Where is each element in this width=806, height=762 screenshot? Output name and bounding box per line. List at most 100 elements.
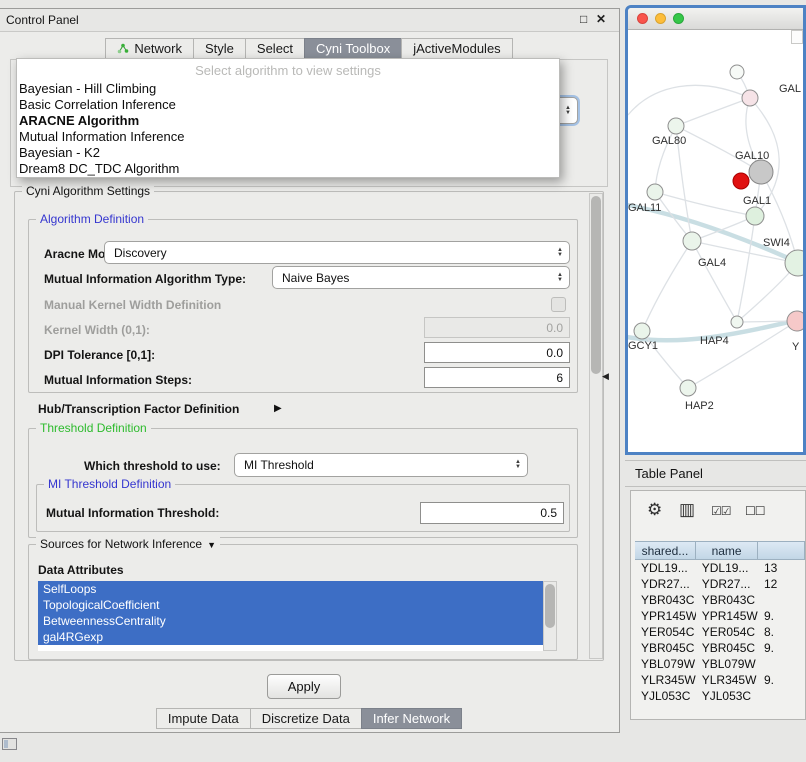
network-node[interactable]: [730, 65, 744, 79]
data-attributes-label: Data Attributes: [38, 563, 124, 577]
network-node-label: GAL1: [743, 195, 771, 207]
network-node-label: GAL: [779, 83, 801, 95]
network-node[interactable]: [787, 311, 803, 331]
collapse-section-icon[interactable]: ▼: [207, 540, 216, 550]
network-edge[interactable]: [737, 216, 755, 322]
dpi-tolerance-field[interactable]: 0.0: [424, 342, 570, 363]
network-node-label: GAL4: [698, 257, 726, 269]
table-cell: 9.: [758, 641, 805, 655]
network-node-label: SWI4: [763, 237, 790, 249]
network-node[interactable]: [731, 316, 743, 328]
data-attributes-list[interactable]: SelfLoopsTopologicalCoefficientBetweenne…: [38, 581, 543, 651]
network-node[interactable]: [749, 160, 773, 184]
manual-kernel-checkbox: [551, 297, 566, 312]
float-window-icon[interactable]: □: [580, 12, 587, 26]
table-header-row: shared...name: [635, 541, 805, 560]
network-node[interactable]: [733, 173, 749, 189]
splitter-collapse-icon[interactable]: ◀: [602, 371, 609, 382]
mi-threshold-field[interactable]: 0.5: [420, 502, 564, 524]
algorithm-option-mutual-information-inference[interactable]: Mutual Information Inference: [17, 129, 559, 145]
table-cell: YLR345W: [696, 673, 758, 687]
attribute-item-gal4rgexp[interactable]: gal4RGexp: [38, 629, 543, 645]
desktop: Control Panel □ ✕ NetworkStyleSelectCyni…: [0, 0, 806, 762]
settings-scrollbar-thumb[interactable]: [591, 196, 601, 374]
table-row[interactable]: YJL053CYJL053C: [635, 688, 805, 704]
tab-jactivemodules[interactable]: jActiveModules: [401, 38, 512, 59]
algorithm-option-dream8-dc-tdc-algorithm[interactable]: Dream8 DC_TDC Algorithm: [17, 161, 559, 177]
table-row[interactable]: YBL079WYBL079W: [635, 656, 805, 672]
network-node[interactable]: [680, 380, 696, 396]
deselect-all-icon[interactable]: ☐☐: [745, 504, 765, 518]
network-node[interactable]: [746, 207, 764, 225]
aracne-mode-value: Discovery: [114, 246, 557, 260]
attributes-scrollbar-thumb[interactable]: [545, 584, 555, 628]
attribute-item-selfloops[interactable]: SelfLoops: [38, 581, 543, 597]
combo-down-icon: ▼: [557, 278, 563, 283]
network-canvas[interactable]: GALGAL80GAL10GAL11GAL1SWI4GAL4GCY1HAP4HA…: [628, 30, 803, 452]
combo-down-icon: ▼: [515, 465, 521, 470]
tab-infer-network[interactable]: Infer Network: [361, 708, 462, 729]
table-row[interactable]: YDL19...YDL19...13: [635, 560, 805, 576]
table-cell: 12: [758, 577, 805, 591]
column-header-name[interactable]: name: [695, 541, 758, 560]
algorithm-option-aracne-algorithm[interactable]: ARACNE Algorithm: [17, 113, 559, 129]
network-node[interactable]: [634, 323, 650, 339]
settings-scrollbar[interactable]: [589, 193, 603, 659]
table-row[interactable]: YPR145WYPR145W9.: [635, 608, 805, 624]
aracne-mode-combo[interactable]: Discovery ▲▼: [104, 241, 570, 264]
network-edge[interactable]: [692, 241, 737, 322]
control-panel-titlebar[interactable]: Control Panel □ ✕: [0, 9, 619, 32]
table-row[interactable]: YBR045CYBR045C9.: [635, 640, 805, 656]
table-cell: YPR145W: [696, 609, 758, 623]
network-node[interactable]: [668, 118, 684, 134]
attribute-item-topologicalcoefficient[interactable]: TopologicalCoefficient: [38, 597, 543, 613]
minimize-traffic-light[interactable]: [655, 13, 666, 24]
algorithm-dropdown: Select algorithm to view settings Bayesi…: [16, 58, 560, 178]
tab-select[interactable]: Select: [245, 38, 305, 59]
network-edge[interactable]: [676, 98, 750, 126]
zoom-traffic-light[interactable]: [673, 13, 684, 24]
select-all-icon[interactable]: ☑☑: [711, 504, 731, 518]
sources-title: Sources for Network Inference▼: [36, 537, 220, 551]
attribute-item-betweennesscentrality[interactable]: BetweennessCentrality: [38, 613, 543, 629]
columns-icon[interactable]: ▥: [679, 500, 695, 520]
tab-discretize-data[interactable]: Discretize Data: [250, 708, 362, 729]
network-node[interactable]: [785, 250, 803, 276]
close-window-icon[interactable]: ✕: [596, 12, 606, 26]
expand-section-icon[interactable]: ▶: [274, 403, 282, 414]
gear-icon[interactable]: ⚙: [647, 500, 662, 520]
mi-steps-field[interactable]: 6: [424, 367, 570, 388]
collapsed-panel-icon[interactable]: [2, 738, 17, 750]
tab-impute-data[interactable]: Impute Data: [156, 708, 251, 729]
network-edge[interactable]: [628, 85, 750, 115]
algorithm-option-bayesian-hill-climbing[interactable]: Bayesian - Hill Climbing: [17, 81, 559, 97]
network-edge[interactable]: [692, 216, 755, 241]
algorithm-option-basic-correlation-inference[interactable]: Basic Correlation Inference: [17, 97, 559, 113]
tab-style[interactable]: Style: [193, 38, 246, 59]
network-window-titlebar[interactable]: [628, 8, 803, 30]
canvas-scroll-corner[interactable]: [791, 30, 803, 44]
tab-network[interactable]: Network: [105, 38, 194, 59]
close-traffic-light[interactable]: [637, 13, 648, 24]
network-node[interactable]: [742, 90, 758, 106]
column-header-shared[interactable]: shared...: [635, 541, 696, 560]
network-edge[interactable]: [676, 126, 761, 172]
tab-cyni-toolbox[interactable]: Cyni Toolbox: [304, 38, 402, 59]
attributes-scrollbar[interactable]: [543, 581, 557, 651]
mi-algorithm-type-combo[interactable]: Naive Bayes ▲▼: [272, 266, 570, 289]
table-row[interactable]: YER054CYER054C8.: [635, 624, 805, 640]
column-header-extra[interactable]: [757, 541, 805, 560]
table-panel-titlebar[interactable]: Table Panel: [625, 460, 806, 487]
algorithm-option-bayesian-k2[interactable]: Bayesian - K2: [17, 145, 559, 161]
network-node[interactable]: [683, 232, 701, 250]
which-threshold-combo[interactable]: MI Threshold ▲▼: [234, 453, 528, 477]
table-row[interactable]: YBR043CYBR043C: [635, 592, 805, 608]
network-edge[interactable]: [642, 241, 692, 331]
apply-button[interactable]: Apply: [267, 674, 341, 699]
table-panel-title: Table Panel: [635, 466, 703, 481]
table-row[interactable]: YDR27...YDR27...12: [635, 576, 805, 592]
table-cell: YLR345W: [635, 673, 696, 687]
table-row[interactable]: YLR345WYLR345W9.: [635, 672, 805, 688]
network-node[interactable]: [647, 184, 663, 200]
combo-stepper-icon: ▲▼: [557, 273, 563, 283]
